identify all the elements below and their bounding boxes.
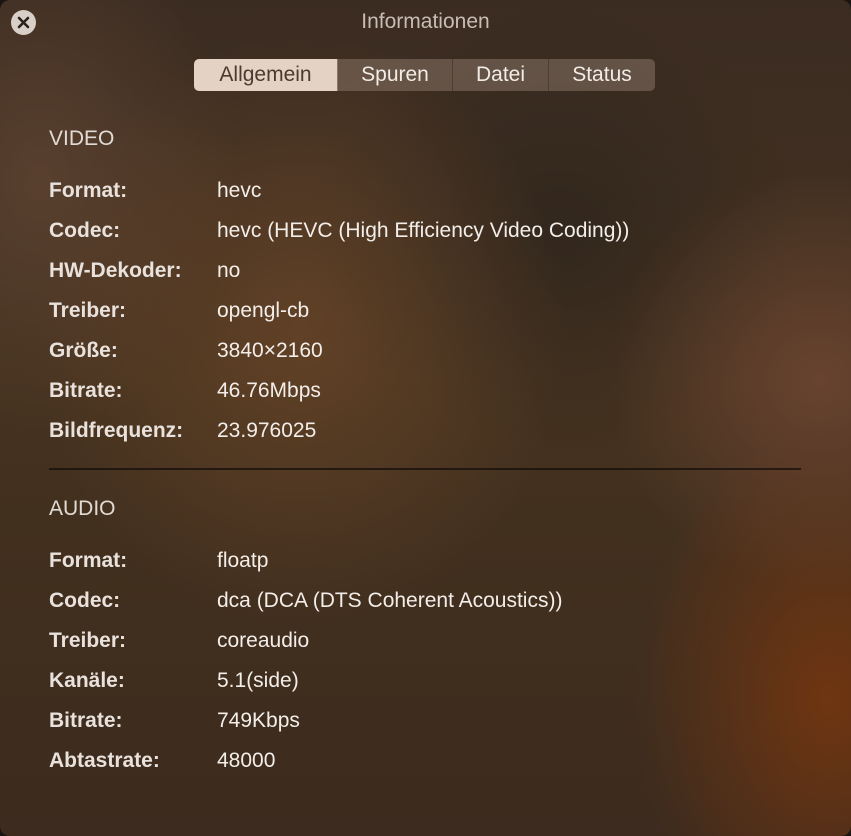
row-value: coreaudio bbox=[217, 629, 310, 652]
row-label: Bitrate: bbox=[49, 709, 123, 732]
video-section-heading: VIDEO bbox=[49, 127, 115, 150]
window-title: Informationen bbox=[361, 10, 490, 33]
row-label: HW-Dekoder: bbox=[49, 259, 182, 282]
row-label: Treiber: bbox=[49, 299, 127, 322]
row-label: Bitrate: bbox=[49, 379, 123, 402]
row-value: hevc bbox=[217, 179, 262, 202]
titlebar: Informationen bbox=[0, 0, 851, 44]
row-value: 48000 bbox=[217, 749, 276, 772]
info-window: Informationen Allgemein Spuren Datei Sta… bbox=[0, 0, 851, 836]
row-value: 3840×2160 bbox=[217, 339, 323, 362]
row-label: Format: bbox=[49, 179, 128, 202]
row-value: 5.1(side) bbox=[217, 669, 299, 692]
row-label: Abtastrate: bbox=[49, 749, 160, 772]
row-value: 749Kbps bbox=[217, 709, 300, 732]
row-value: no bbox=[217, 259, 241, 282]
row-label: Format: bbox=[49, 549, 128, 572]
tab-status[interactable]: Status bbox=[549, 59, 655, 91]
row-label: Codec: bbox=[49, 589, 121, 612]
tab-allgemein[interactable]: Allgemein bbox=[194, 59, 338, 91]
row-label: Treiber: bbox=[49, 629, 127, 652]
tab-datei[interactable]: Datei bbox=[453, 59, 549, 91]
row-value: 23.976025 bbox=[217, 419, 317, 442]
row-value: 46.76Mbps bbox=[217, 379, 321, 402]
tab-bar: Allgemein Spuren Datei Status bbox=[194, 59, 655, 91]
row-value: hevc (HEVC (High Efficiency Video Coding… bbox=[217, 219, 630, 242]
row-value: floatp bbox=[217, 549, 269, 572]
row-label: Bildfrequenz: bbox=[49, 419, 184, 442]
row-value: dca (DCA (DTS Coherent Acoustics)) bbox=[217, 589, 563, 612]
row-label: Größe: bbox=[49, 339, 118, 362]
audio-section-heading: AUDIO bbox=[49, 497, 116, 520]
row-label: Codec: bbox=[49, 219, 121, 242]
row-value: opengl-cb bbox=[217, 299, 310, 322]
row-label: Kanäle: bbox=[49, 669, 125, 692]
section-divider bbox=[49, 468, 801, 470]
tab-spuren[interactable]: Spuren bbox=[338, 59, 453, 91]
